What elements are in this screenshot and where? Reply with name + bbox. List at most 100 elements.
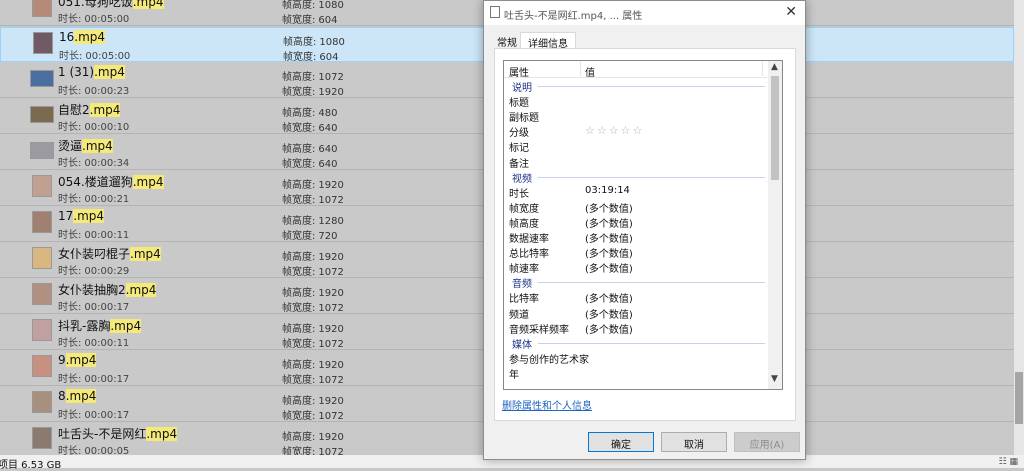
property-name: 帧高度 xyxy=(509,218,539,230)
grid-scrollbar-thumb[interactable] xyxy=(771,76,779,180)
file-extension-highlight: .mp4 xyxy=(146,427,178,441)
frame-width: 帧宽度: 640 xyxy=(282,155,337,170)
tab-general[interactable]: 常规 xyxy=(494,32,520,49)
duration-label: 时长: xyxy=(58,374,82,385)
header-value[interactable]: 值 xyxy=(585,64,595,79)
file-duration: 时长: 00:00:23 xyxy=(58,82,129,97)
property-name: 参与创作的艺术家 xyxy=(509,354,589,366)
property-row[interactable]: 比特率 (多个数值) xyxy=(504,289,767,305)
dialog-titlebar: 吐舌头-不是网红.mp4, ... 属性 ✕ xyxy=(484,1,805,25)
dimension-label: 帧高度: xyxy=(282,72,316,83)
duration-label: 时长: xyxy=(58,266,82,277)
property-row[interactable]: 帧高度 (多个数值) xyxy=(504,214,767,230)
property-name: 标题 xyxy=(509,98,529,110)
header-property[interactable]: 属性 xyxy=(509,64,529,79)
close-icon[interactable]: ✕ xyxy=(785,4,797,20)
video-thumbnail xyxy=(30,70,54,87)
file-name-base: 女仆装叼棍子 xyxy=(58,247,131,261)
property-row[interactable]: 总比特率 (多个数值) xyxy=(504,244,767,260)
property-name: 副标题 xyxy=(509,113,539,125)
duration-label: 时长: xyxy=(58,410,82,421)
file-duration: 时长: 00:00:17 xyxy=(58,298,129,313)
video-thumbnail xyxy=(32,175,52,197)
property-group: 说明 xyxy=(504,78,767,94)
frame-width: 帧宽度: 1072 xyxy=(282,299,344,314)
view-toggle-icons[interactable]: ☷ ▦ xyxy=(999,457,1018,467)
property-grid[interactable]: 属性 值 说明 标题 副标题 分级 ☆☆☆☆☆ 标记 备注 视频 时长 03:19:14 帧宽度 (多… xyxy=(503,60,783,390)
file-name: 17.mp4 xyxy=(58,209,105,223)
property-row[interactable]: 年 xyxy=(504,365,767,381)
group-label: 说明 xyxy=(512,83,532,94)
file-extension-highlight: .mp4 xyxy=(73,209,105,223)
file-extension-highlight: .mp4 xyxy=(94,65,125,79)
frame-height: 帧高度: 1920 xyxy=(282,176,344,191)
file-extension-highlight: .mp4 xyxy=(110,319,142,333)
frame-height: 帧高度: 1920 xyxy=(282,284,344,299)
duration-label: 时长: xyxy=(58,122,82,133)
duration-label: 时长: xyxy=(58,194,82,205)
property-value: (多个数值) xyxy=(585,324,633,336)
file-extension-highlight: .mp4 xyxy=(130,247,161,261)
video-thumbnail xyxy=(30,106,54,123)
file-name: 吐舌头-不是网红.mp4 xyxy=(58,425,178,442)
property-name: 帧宽度 xyxy=(509,203,539,215)
property-row[interactable]: 时长 03:19:14 xyxy=(504,184,767,200)
dimension-label: 帧宽度: xyxy=(282,339,316,350)
scroll-up-icon[interactable]: ▲ xyxy=(771,62,778,72)
group-label: 媒体 xyxy=(512,339,532,351)
remove-properties-link[interactable]: 删除属性和个人信息 xyxy=(502,397,592,412)
frame-width: 帧宽度: 604 xyxy=(282,11,337,26)
group-label: 音频 xyxy=(512,279,532,291)
dimension-value: 480 xyxy=(318,108,338,119)
file-name-base: 16 xyxy=(59,30,75,44)
property-row[interactable]: 分级 ☆☆☆☆☆ xyxy=(504,123,767,139)
video-thumbnail xyxy=(32,427,52,449)
list-scrollbar-thumb[interactable] xyxy=(1015,372,1023,424)
dimension-value: 1280 xyxy=(318,216,344,227)
property-row[interactable]: 副标题 xyxy=(504,108,767,125)
properties-dialog: 吐舌头-不是网红.mp4, ... 属性 ✕ 常规 详细信息 属性 值 说明标题… xyxy=(483,0,806,460)
dimension-label: 帧高度: xyxy=(282,180,316,191)
frame-height: 帧高度: 480 xyxy=(282,104,337,119)
list-scrollbar[interactable] xyxy=(1014,0,1024,455)
property-row[interactable]: 数据速率 (多个数值) xyxy=(504,229,767,245)
property-row[interactable]: 备注 xyxy=(504,154,767,170)
frame-height: 帧高度: 1920 xyxy=(282,392,344,407)
file-name: 16.mp4 xyxy=(59,30,106,44)
property-row[interactable]: 音频采样频率 (多个数值) xyxy=(504,320,767,336)
status-text: 项目 6.53 GB xyxy=(0,460,62,471)
dimension-label: 帧高度: xyxy=(282,144,316,155)
property-name: 频道 xyxy=(509,309,529,321)
dimension-value: 720 xyxy=(318,231,338,242)
duration-value: 00:00:34 xyxy=(84,158,130,169)
file-duration: 时长: 00:00:21 xyxy=(58,190,129,205)
frame-height: 帧高度: 1920 xyxy=(282,320,344,335)
apply-button[interactable]: 应用(A) xyxy=(734,432,800,452)
property-row[interactable]: 频道 (多个数值) xyxy=(504,305,767,321)
property-group: 媒体 xyxy=(504,335,767,351)
frame-width: 帧宽度: 1072 xyxy=(282,191,344,206)
duration-label: 时长: xyxy=(58,158,82,169)
dimension-label: 帧宽度: xyxy=(282,267,316,278)
cancel-button[interactable]: 取消 xyxy=(661,432,727,452)
grid-header: 属性 值 xyxy=(504,61,767,79)
duration-value: 00:00:17 xyxy=(84,410,130,421)
property-row[interactable]: 帧宽度 (多个数值) xyxy=(504,199,767,215)
dimension-label: 帧宽度: xyxy=(282,87,316,98)
rating-stars[interactable]: ☆☆☆☆☆ xyxy=(585,124,644,137)
duration-value: 00:00:17 xyxy=(84,374,130,385)
file-name: 女仆装抽胸2.mp4 xyxy=(58,281,157,298)
property-row[interactable]: 帧速率 (多个数值) xyxy=(504,259,767,275)
property-row[interactable]: 标记 xyxy=(504,138,767,154)
scroll-down-icon[interactable]: ▼ xyxy=(771,374,778,384)
dimension-value: 1920 xyxy=(318,396,344,407)
property-row[interactable]: 参与创作的艺术家 xyxy=(504,350,767,366)
duration-value: 00:05:00 xyxy=(85,51,131,62)
property-row[interactable]: 标题 xyxy=(504,93,767,110)
tab-details[interactable]: 详细信息 xyxy=(520,32,576,50)
file-extension-highlight: .mp4 xyxy=(125,283,157,297)
grid-scrollbar[interactable]: ▲ ▼ xyxy=(768,61,782,389)
ok-button[interactable]: 确定 xyxy=(588,432,654,452)
file-extension-highlight: .mp4 xyxy=(132,175,164,189)
file-name-base: 女仆装抽胸2 xyxy=(58,283,126,297)
